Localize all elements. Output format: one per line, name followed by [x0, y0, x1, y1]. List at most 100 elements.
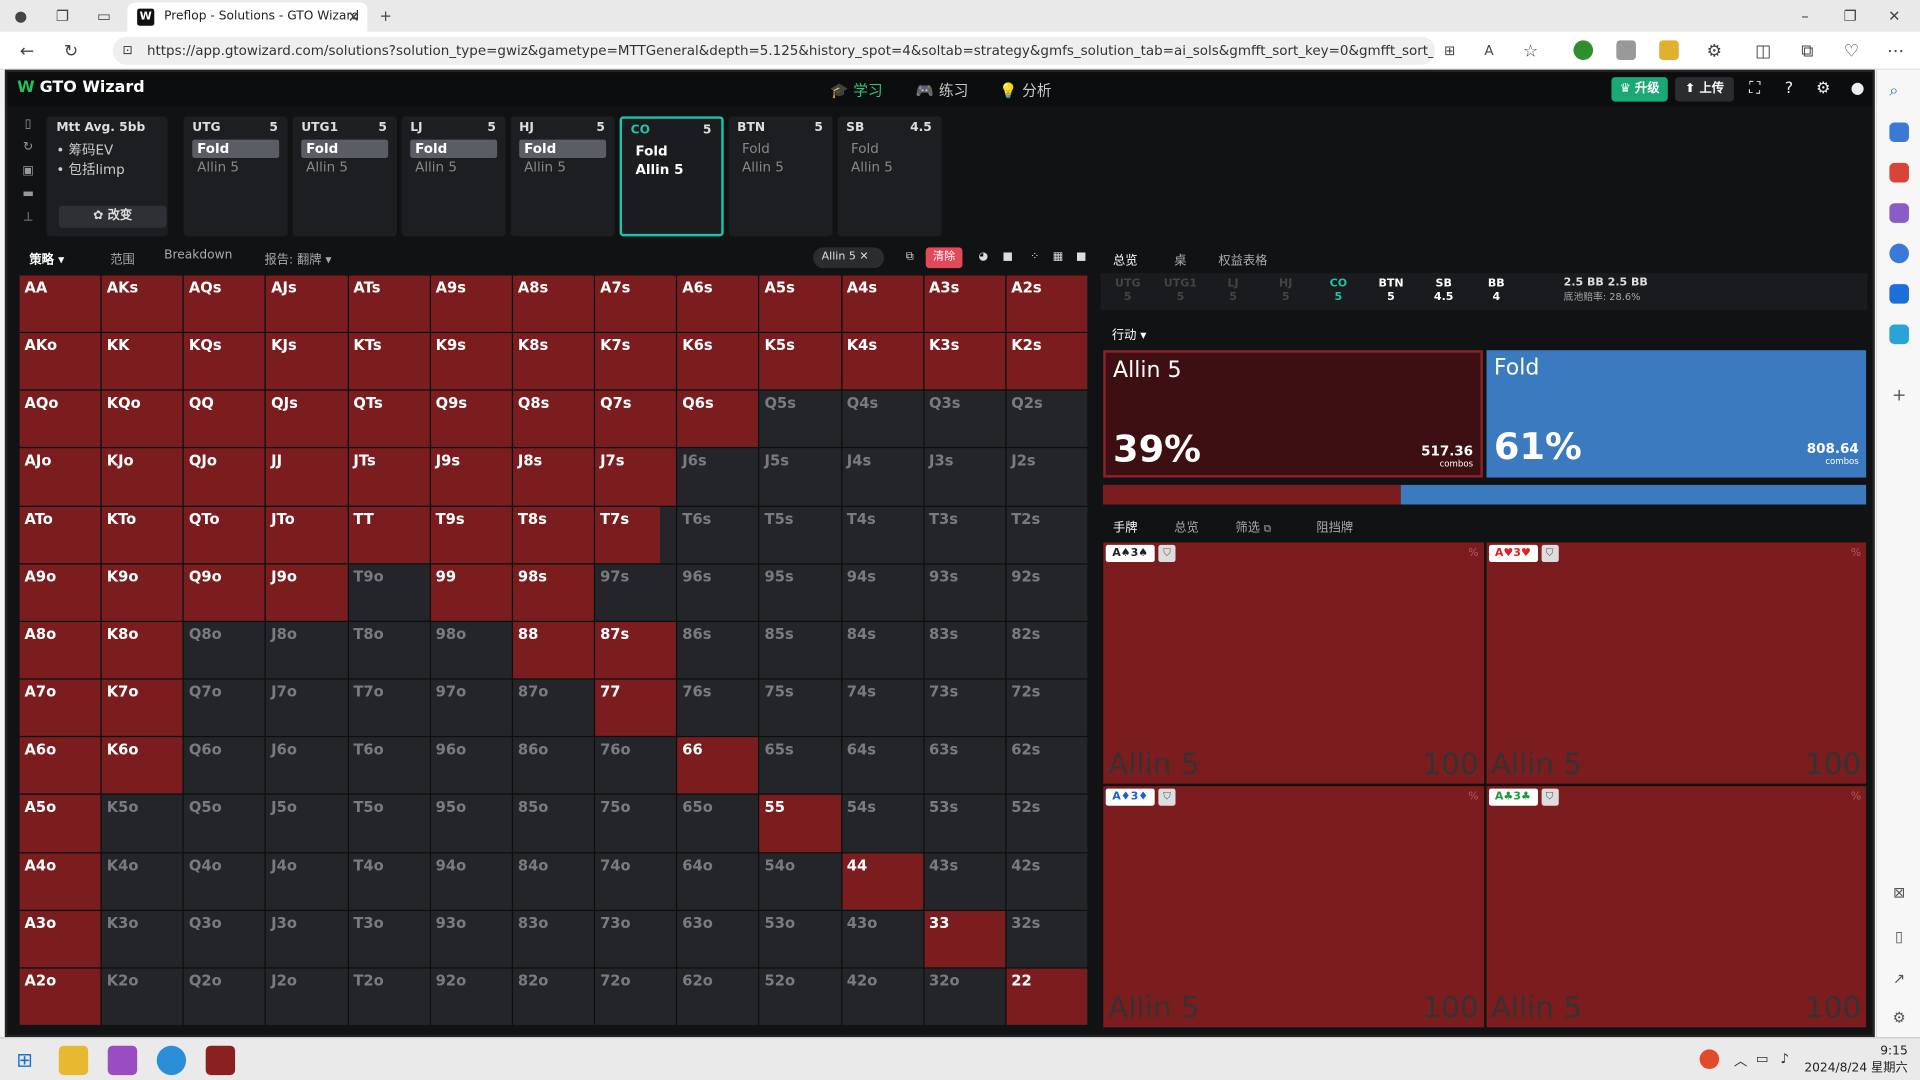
copilot-icon[interactable]: [1889, 243, 1909, 264]
strip-position-bb[interactable]: BB 4: [1478, 278, 1515, 305]
hand-cell[interactable]: Q6s: [677, 390, 759, 448]
start-icon[interactable]: ⊞: [10, 1046, 39, 1075]
hand-cell[interactable]: J6s: [677, 448, 759, 506]
gg-poker-icon[interactable]: [205, 1045, 236, 1076]
hand-cell[interactable]: J9o: [266, 564, 348, 621]
hand-cell[interactable]: 54s: [841, 795, 923, 852]
action-option-fold[interactable]: Fold: [519, 139, 607, 158]
hand-cell[interactable]: J3s: [924, 448, 1006, 506]
blocker-shield-icon[interactable]: ⛉: [1158, 544, 1176, 563]
view-circle-icon[interactable]: ◕: [975, 249, 992, 266]
hand-cell[interactable]: 55: [759, 795, 841, 852]
collections-icon[interactable]: ⧉: [1795, 39, 1819, 63]
tab-breakdown[interactable]: Breakdown: [164, 249, 232, 262]
view-small-grid-icon[interactable]: ⁘: [1026, 249, 1043, 266]
tab-blockers[interactable]: 阻挡牌: [1316, 517, 1353, 535]
sidebar-toggle-icon[interactable]: ▯: [1889, 927, 1909, 947]
app-launcher-icon[interactable]: [107, 1045, 138, 1076]
hand-cell[interactable]: 85s: [759, 621, 841, 679]
tab-strategy[interactable]: 策略 ▾: [29, 249, 64, 266]
back-icon[interactable]: ←: [15, 39, 39, 63]
hand-cell[interactable]: 99: [430, 564, 512, 621]
hand-cell[interactable]: AJs: [266, 275, 348, 333]
combo-tile[interactable]: A♥3♥ ⛉% Allin 5 100: [1485, 542, 1867, 784]
hand-cell[interactable]: Q4s: [841, 390, 923, 448]
file-explorer-icon[interactable]: [58, 1045, 89, 1076]
outlook-icon[interactable]: [1889, 284, 1909, 304]
hand-cell[interactable]: Q6o: [184, 737, 266, 794]
hand-cell[interactable]: J2o: [266, 968, 348, 1025]
hand-cell[interactable]: 44: [841, 852, 923, 910]
hand-cell[interactable]: TT: [348, 506, 430, 563]
hand-cell[interactable]: A5o: [19, 795, 101, 852]
hand-cell[interactable]: ATs: [348, 275, 430, 333]
hand-cell[interactable]: 62o: [677, 968, 759, 1025]
input-method-icon[interactable]: [1699, 1049, 1720, 1069]
upload-button[interactable]: ⬆ 上传: [1675, 77, 1734, 102]
hand-cell[interactable]: 62s: [1006, 737, 1088, 794]
hand-cell[interactable]: A2s: [1006, 275, 1088, 333]
settings-more-icon[interactable]: ⋯: [1883, 39, 1907, 63]
hand-cell[interactable]: T6s: [677, 506, 759, 563]
hand-cell[interactable]: 72o: [595, 968, 677, 1025]
action-dropdown[interactable]: 行动 ▾: [1112, 324, 1147, 342]
hand-cell[interactable]: A2o: [19, 968, 101, 1025]
game-icon[interactable]: ▬: [20, 186, 37, 203]
hand-cell[interactable]: A7o: [19, 679, 101, 737]
refresh-icon[interactable]: ↻: [59, 39, 83, 63]
hand-cell[interactable]: 74s: [841, 679, 923, 737]
hand-cell[interactable]: 33: [924, 910, 1006, 968]
hand-cell[interactable]: K7o: [101, 679, 183, 737]
hand-cell[interactable]: 32o: [924, 968, 1006, 1025]
hand-cell[interactable]: 73s: [924, 679, 1006, 737]
send-icon[interactable]: [1889, 324, 1909, 345]
change-settings-button[interactable]: ✿ 改变: [58, 205, 167, 228]
extension-translate-icon[interactable]: [1659, 40, 1679, 60]
hand-cell[interactable]: J7s: [595, 448, 677, 506]
hand-cell[interactable]: K4s: [841, 333, 923, 390]
hand-cell[interactable]: K6s: [677, 333, 759, 390]
hand-cell[interactable]: K3s: [924, 333, 1006, 390]
toolbox-icon[interactable]: [1889, 162, 1909, 183]
chip-close-icon[interactable]: ✕: [859, 251, 868, 263]
hand-cell[interactable]: 93o: [430, 910, 512, 968]
hand-cell[interactable]: T8s: [512, 506, 594, 563]
hand-cell[interactable]: AQo: [19, 390, 101, 448]
hand-cell[interactable]: 63o: [677, 910, 759, 968]
hand-cell[interactable]: A9o: [19, 564, 101, 621]
combo-tile[interactable]: A♣3♣ ⛉% Allin 5 100: [1485, 786, 1867, 1028]
hand-cell[interactable]: J5o: [266, 795, 348, 852]
hand-cell[interactable]: J4o: [266, 852, 348, 910]
hand-cell[interactable]: Q4o: [184, 852, 266, 910]
hand-cell[interactable]: A7s: [595, 275, 677, 333]
hand-cell[interactable]: JTs: [348, 448, 430, 506]
hand-cell[interactable]: AA: [19, 275, 101, 333]
hand-cell[interactable]: 43o: [841, 910, 923, 968]
action-fold-card[interactable]: Fold 61% 808.64 combos: [1486, 350, 1867, 478]
reset-icon[interactable]: ↻: [20, 140, 37, 157]
hand-cell[interactable]: KTo: [101, 506, 183, 563]
hand-cell[interactable]: 65s: [759, 737, 841, 794]
hand-cell[interactable]: 98o: [430, 621, 512, 679]
hand-cell[interactable]: 75s: [759, 679, 841, 737]
hand-cell[interactable]: 42s: [1006, 852, 1088, 910]
tab-actions-icon[interactable]: ▭: [93, 5, 115, 27]
hand-cell[interactable]: A4s: [841, 275, 923, 333]
hand-cell[interactable]: J9s: [430, 448, 512, 506]
hand-cell[interactable]: 87o: [512, 679, 594, 737]
tab-range[interactable]: 范围: [110, 249, 134, 266]
clock[interactable]: 9:15 2024/8/24 星期六: [1804, 1043, 1907, 1077]
hand-cell[interactable]: 66: [677, 737, 759, 794]
hand-cell[interactable]: A3o: [19, 910, 101, 968]
hand-cell[interactable]: 94o: [430, 852, 512, 910]
action-option-fold[interactable]: Fold: [846, 140, 933, 158]
action-allin-card[interactable]: Allin 5 39% 517.36 combos: [1103, 350, 1483, 478]
hand-cell[interactable]: K8s: [512, 333, 594, 390]
hand-cell[interactable]: Q5o: [184, 795, 266, 852]
hand-cell[interactable]: 43s: [924, 852, 1006, 910]
clear-button[interactable]: 清除: [925, 247, 963, 269]
hand-cell[interactable]: QJo: [184, 448, 266, 506]
settings-icon[interactable]: ⚙: [1812, 78, 1834, 100]
external-link-icon[interactable]: ↗: [1889, 969, 1909, 989]
hand-cell[interactable]: QTs: [348, 390, 430, 448]
